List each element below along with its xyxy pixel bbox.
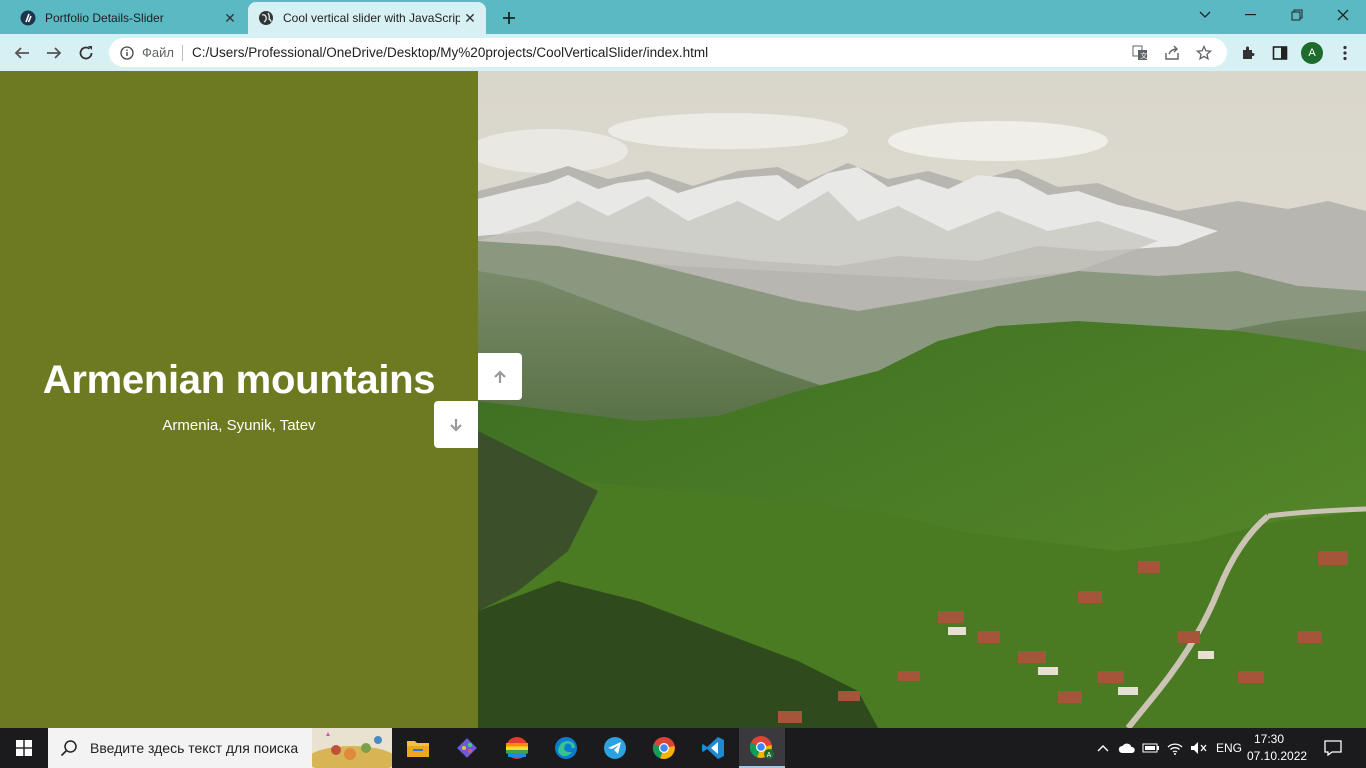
minimize-icon <box>1245 14 1256 16</box>
rainbow-app-icon[interactable] <box>494 728 540 768</box>
close-icon <box>1337 9 1349 21</box>
address-bar[interactable]: Файл C:/Users/Professional/OneDrive/Desk… <box>109 38 1227 67</box>
slide-up-button[interactable] <box>478 353 522 400</box>
reload-button[interactable] <box>73 40 99 66</box>
left-slide: Armenian mountains Armenia, Syunik, Tate… <box>0 71 478 728</box>
clock-time: 17:30 <box>1253 732 1285 746</box>
arrow-right-icon <box>47 47 62 59</box>
tab-strip: Portfolio Details-Slider ✕ Cool vertical… <box>0 0 1366 34</box>
tab-title: Portfolio Details-Slider <box>45 11 164 25</box>
notifications-icon[interactable] <box>1318 728 1348 768</box>
slide-down-button[interactable] <box>434 401 478 448</box>
windows-icon <box>16 740 32 756</box>
browser-toolbar: Файл C:/Users/Professional/OneDrive/Desk… <box>0 34 1366 71</box>
slider-page: Armenian mountains Armenia, Syunik, Tate… <box>0 71 1366 728</box>
taskbar-search[interactable]: Введите здесь текст для поиска <box>48 728 392 768</box>
wifi-icon[interactable] <box>1164 728 1186 768</box>
search-placeholder: Введите здесь текст для поиска <box>90 740 299 756</box>
vscode-icon[interactable] <box>690 728 736 768</box>
tab-title: Cool vertical slider with JavaScrip <box>283 11 460 25</box>
info-icon[interactable] <box>118 44 136 62</box>
svg-text:A: A <box>767 752 772 759</box>
tab-portfolio[interactable]: Portfolio Details-Slider ✕ <box>10 2 246 34</box>
restore-button[interactable] <box>1274 0 1320 30</box>
close-tab-icon[interactable]: ✕ <box>460 8 480 28</box>
menu-icon[interactable] <box>1335 43 1355 63</box>
onedrive-icon[interactable] <box>1116 728 1138 768</box>
search-highlight-image <box>307 728 392 768</box>
globe-icon <box>258 10 274 26</box>
start-button[interactable] <box>0 728 48 768</box>
share-icon[interactable] <box>1163 44 1181 62</box>
minimize-button[interactable] <box>1228 0 1274 30</box>
mountain-image <box>478 71 1366 728</box>
slide-subtitle: Armenia, Syunik, Tatev <box>162 416 316 434</box>
back-button[interactable] <box>9 40 35 66</box>
chevron-down-icon <box>1199 11 1211 18</box>
plus-icon <box>503 12 515 24</box>
chrome-profile-icon[interactable]: A <box>739 728 785 768</box>
arrow-up-icon <box>494 369 506 383</box>
close-window-button[interactable] <box>1320 0 1366 30</box>
clock-date: 07.10.2022 <box>1247 749 1308 763</box>
reload-icon <box>79 46 93 60</box>
new-tab-button[interactable] <box>497 6 521 30</box>
battery-icon[interactable] <box>1140 728 1162 768</box>
slide-title: Armenian mountains <box>42 357 436 402</box>
extensions-icon[interactable] <box>1238 43 1258 63</box>
star-icon[interactable] <box>1195 44 1213 62</box>
search-icon <box>60 739 82 757</box>
language-indicator[interactable]: ENG <box>1212 728 1246 768</box>
scheme-label: Файл <box>142 45 174 60</box>
tab-search-button[interactable] <box>1182 0 1228 30</box>
divider <box>181 44 183 61</box>
arrow-down-icon <box>450 418 462 432</box>
file-explorer-icon[interactable] <box>395 728 441 768</box>
chevron-up-icon[interactable] <box>1093 728 1113 768</box>
chrome-icon[interactable] <box>641 728 687 768</box>
clock[interactable]: 17:30 07.10.2022 <box>1247 731 1308 765</box>
url-text[interactable]: C:/Users/Professional/OneDrive/Desktop/M… <box>192 45 1131 60</box>
svg-text:文: 文 <box>1140 51 1147 60</box>
telegram-icon[interactable] <box>592 728 638 768</box>
translate-icon[interactable]: 文 <box>1131 44 1149 62</box>
forward-button[interactable] <box>41 40 67 66</box>
git-icon[interactable] <box>444 728 490 768</box>
tab-slider[interactable]: Cool vertical slider with JavaScrip ✕ <box>248 2 486 34</box>
profile-avatar[interactable]: A <box>1301 42 1323 64</box>
close-tab-icon[interactable]: ✕ <box>220 8 240 28</box>
taskbar: Введите здесь текст для поиска A ENG 17:… <box>0 728 1366 768</box>
app-icon <box>20 10 36 26</box>
volume-muted-icon[interactable] <box>1188 728 1210 768</box>
side-panel-icon[interactable] <box>1270 43 1290 63</box>
edge-icon[interactable] <box>543 728 589 768</box>
arrow-left-icon <box>14 47 29 59</box>
restore-icon <box>1291 9 1303 21</box>
